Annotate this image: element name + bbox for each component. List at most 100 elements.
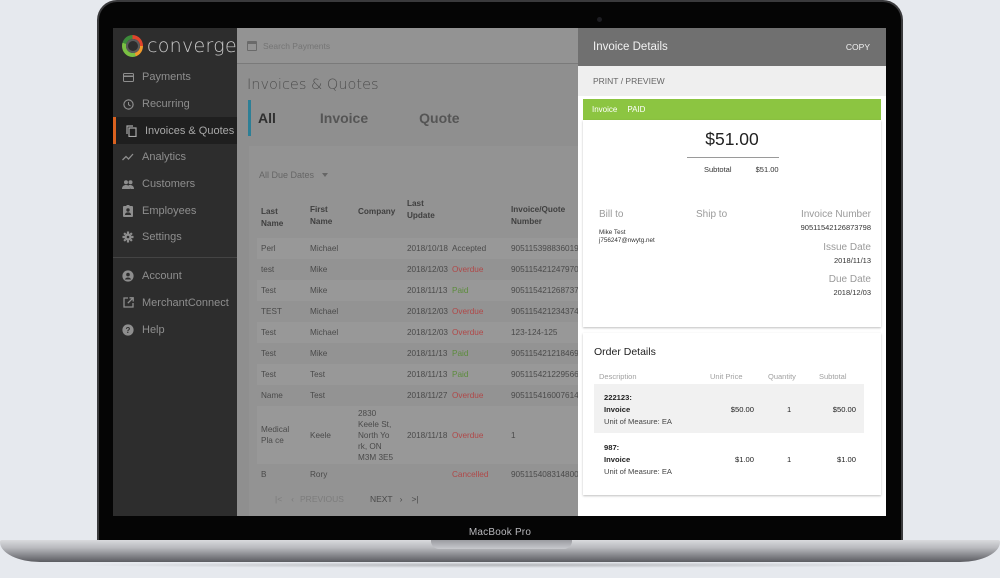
cell-last-update: 2018/10/18 [403,238,448,259]
next-button[interactable]: NEXT [370,494,393,504]
cell-company [354,280,403,301]
print-preview-button[interactable]: PRINT / PREVIEW [578,66,886,96]
item-uom: Unit of Measure: EA [604,417,672,426]
sidebar-item-merchantconnect[interactable]: MerchantConnect [113,290,237,317]
column-header-number[interactable]: Invoice/Quote Number [507,194,587,238]
last-page-button[interactable]: >| [411,494,418,504]
sidebar-item-invoices-quotes[interactable]: Invoices & Quotes [113,117,237,145]
tab-invoice[interactable]: Invoice [320,110,368,126]
item-code: 987: [604,443,620,452]
column-header-company[interactable]: Company [354,194,403,238]
cell-first-name: Michael [310,307,339,316]
sidebar-item-recurring[interactable]: Recurring [113,91,237,118]
document-type: Invoice [592,105,618,114]
table-header-row: Last Name First Name Company Last Update… [257,194,587,238]
column-header-first-name[interactable]: First Name [306,194,354,238]
sidebar: converge Payments Recurring Invoices & Q… [113,28,237,516]
chevron-left-icon[interactable]: ‹ [291,494,294,504]
invoices-card: All Due Dates Last Name First Name Compa… [249,146,587,516]
item-uom: Unit of Measure: EA [604,467,672,476]
sidebar-item-label: Recurring [142,98,190,111]
tab-quote[interactable]: Quote [419,110,459,126]
subtotal-value: $51.00 [755,165,779,174]
invoice-number-label: Invoice Number [800,209,871,220]
subtotal-label: Subtotal [704,165,732,174]
due-date-filter[interactable]: All Due Dates [259,170,329,180]
cell-first-name: Mike [310,265,328,274]
due-date-block: Due Date 2018/12/03 [829,274,871,297]
table-row[interactable]: Test Mike 2018/11/13 Paid 90511542121846980 [257,343,587,364]
chevron-right-icon[interactable]: › [400,494,403,504]
table-row[interactable]: Medical Pla ce Keele 2830 Keele St, North … [257,406,587,464]
cell-first-name: Test [310,391,326,400]
cell-last-update [403,464,448,485]
cell-company [354,322,403,343]
cell-first-name: Mike [306,280,354,301]
panel-header: Invoice Details COPY [578,28,886,66]
sidebar-item-account[interactable]: Account [113,263,237,290]
copy-button[interactable]: COPY [846,42,870,52]
bill-to-label: Bill to [599,209,624,220]
cell-last-update: 2018/12/03 [407,307,448,316]
cell-company [354,301,403,322]
table-row[interactable]: Test Mike 2018/11/13 Paid 90511542126873798 [257,280,587,301]
device-label: MacBook Pro [468,527,532,538]
svg-text:?: ? [126,326,131,335]
sidebar-item-label: MerchantConnect [142,296,229,309]
cell-last-name: Test [257,322,306,343]
item-quantity: 1 [787,455,792,464]
column-header-last-name[interactable]: Last Name [257,194,306,238]
column-header-last-update[interactable]: Last Update [403,194,448,238]
table-row[interactable]: test Mike 2018/12/03 Overdue 905115421247970… [257,259,587,280]
sidebar-item-payments[interactable]: Payments [113,64,237,91]
item-quantity: 1 [787,405,792,414]
table-row[interactable]: Name Test 2018/11/27 Overdue 905115416007614… [257,385,587,406]
previous-button[interactable]: PREVIOUS [300,494,344,504]
tab-all[interactable]: All [258,110,276,126]
cell-status: Paid [448,364,507,385]
status-banner: Invoice PAID [583,99,881,120]
camera-icon [597,17,602,22]
cell-status: Accepted [448,238,507,259]
table-row[interactable]: Test Michael 2018/12/03 Overdue 123-124-125 [257,322,587,343]
cell-number: 123-124-125 [507,322,587,343]
invoice-number-value: 90511542126873798 [800,223,871,232]
page-title: Invoices & Quotes [247,77,379,93]
table-row[interactable]: TEST Michael 2018/12/03 Overdue 905115421234… [257,301,587,322]
invoice-summary: $51.00 Subtotal $51.00 Bill to Ship to M… [583,120,881,327]
sidebar-item-analytics[interactable]: Analytics [113,144,237,171]
cell-last-update: 2018/12/03 [403,322,448,343]
cell-number: 90511542126873798 [507,280,587,301]
table-row[interactable]: B Rory Cancelled 90511540831480041 [257,464,587,485]
table-row[interactable]: Test Test 2018/11/13 Paid 90511542122956620 [257,364,587,385]
sidebar-item-label: Invoices & Quotes [145,124,235,137]
issue-date-label: Issue Date [823,242,871,253]
cell-last-update: 2018/12/03 [407,265,448,274]
cell-last-update: 2018/11/13 [403,364,448,385]
item-name: Invoice [604,455,631,464]
cell-last-name: Name [261,391,283,400]
cell-first-name: Rory [310,470,328,479]
sidebar-item-label: Employees [142,204,197,217]
top-bar [237,28,578,64]
sidebar-item-employees[interactable]: Employees [113,197,237,224]
cell-status: Overdue [448,322,507,343]
sidebar-item-settings[interactable]: Settings [113,224,237,251]
first-page-button[interactable]: |< [275,494,282,504]
sidebar-item-customers[interactable]: Customers [113,171,237,198]
search-input[interactable] [263,40,463,51]
cell-number: 90511541600761450 [511,391,587,400]
caret-down-icon [322,173,329,177]
brand-logo[interactable]: converge [113,28,237,64]
cell-last-name: TEST [261,307,282,316]
invoice-number-block: Invoice Number 90511542126873798 [801,209,871,232]
column-header-status [448,194,507,238]
sidebar-item-help[interactable]: ? Help [113,316,237,343]
cell-number: 90511542121846980 [511,349,587,358]
laptop-shadow [60,562,940,568]
item-subtotal: $50.00 [832,405,856,414]
due-date-value: 2018/12/03 [833,288,871,297]
cell-last-update: 2018/11/18 [403,406,448,464]
table-row[interactable]: Perl Michael 2018/10/18 Accepted 90511539883… [257,238,587,259]
panel-title: Invoice Details [593,41,668,53]
